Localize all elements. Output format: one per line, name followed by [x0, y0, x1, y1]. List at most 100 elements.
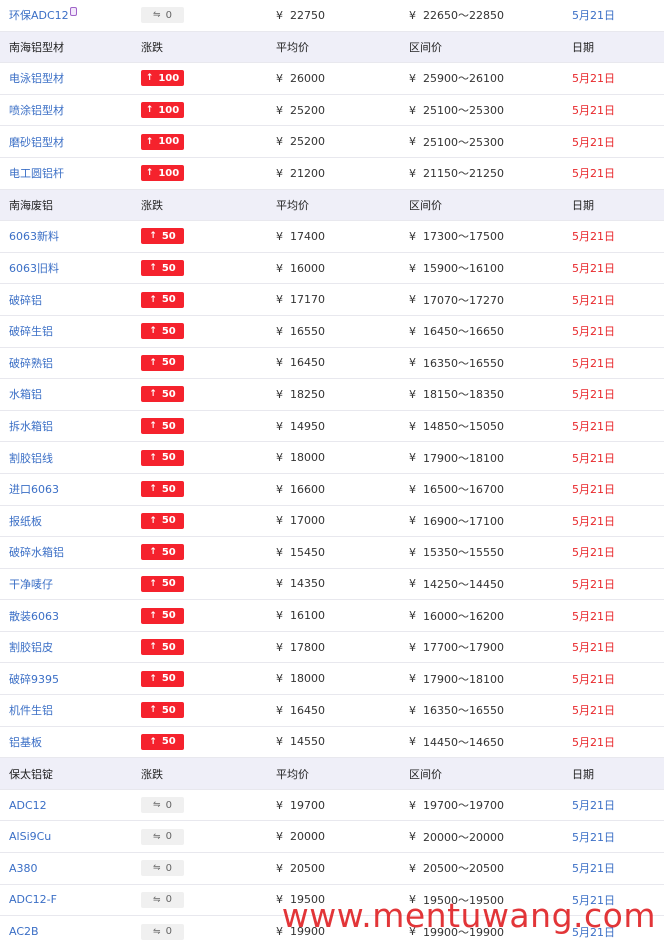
change-badge: ↑ 50 [141, 386, 184, 403]
column-header-date: 日期 [572, 767, 594, 781]
range-price-cell: ¥25100～25300 [409, 95, 569, 126]
table-row: 水箱铝 ↑ 50 ¥18250 ¥18150～18350 5月21日 [0, 379, 664, 411]
currency-symbol: ¥ [409, 798, 416, 812]
product-link[interactable]: 报纸板 [9, 513, 42, 529]
currency-symbol: ¥ [276, 735, 283, 749]
change-value: 50 [161, 420, 176, 432]
product-link[interactable]: 破碎水箱铝 [9, 544, 64, 560]
arrow-up-icon: ↑ [145, 168, 154, 179]
table-row: 破碎水箱铝 ↑ 50 ¥15450 ¥15350～15550 5月21日 [0, 537, 664, 569]
range-price: 16350～16550 [423, 356, 504, 370]
currency-symbol: ¥ [276, 71, 283, 85]
range-price: 17900～18100 [423, 672, 504, 686]
column-header-avg: 平均价 [276, 767, 309, 781]
product-link[interactable]: 喷涂铝型材 [9, 102, 64, 118]
range-price: 19900～19900 [423, 925, 504, 939]
product-link[interactable]: AlSi9Cu [9, 830, 51, 843]
product-link[interactable]: 机件生铝 [9, 702, 53, 718]
product-link[interactable]: A380 [9, 862, 38, 875]
change-badge: ↑ 50 [141, 639, 184, 656]
date-cell: 5月21日 [572, 356, 615, 370]
product-link[interactable]: 破碎生铝 [9, 323, 53, 339]
product-link[interactable]: 磨砂铝型材 [9, 134, 64, 150]
change-cell: ↑ 50 [141, 253, 261, 284]
avg-price-cell: ¥16000 [276, 253, 401, 284]
currency-symbol: ¥ [276, 261, 283, 275]
range-price: 25100～25300 [423, 104, 504, 118]
product-link[interactable]: 环保ADC12 [9, 7, 69, 23]
date-cell: 5月21日 [572, 230, 615, 244]
currency-symbol: ¥ [409, 135, 416, 149]
product-link[interactable]: 干净唛仔 [9, 576, 53, 592]
date-cell: 5月21日 [572, 293, 615, 307]
product-link[interactable]: ADC12-F [9, 893, 57, 906]
product-cell: 破碎9395 [9, 663, 139, 694]
change-cell: ↑ 50 [141, 695, 261, 726]
product-link[interactable]: 破碎熟铝 [9, 355, 53, 371]
section-title: 南海铝型材 [9, 40, 64, 54]
avg-price: 16100 [290, 609, 325, 623]
table-row: ADC12 ⇋ 0 ¥19700 ¥19700～19700 5月21日 [0, 790, 664, 822]
avg-price-cell: ¥14550 [276, 727, 401, 758]
product-link[interactable]: 铝基板 [9, 734, 42, 750]
flat-arrows-icon: ⇋ [153, 926, 161, 937]
product-link[interactable]: 拆水箱铝 [9, 418, 53, 434]
range-price-cell: ¥16500～16700 [409, 474, 569, 505]
product-link[interactable]: 水箱铝 [9, 386, 42, 402]
product-link[interactable]: 6063旧料 [9, 260, 59, 276]
product-link[interactable]: 割胶铝皮 [9, 639, 53, 655]
date-cell: 5月21日 [572, 9, 615, 23]
product-link[interactable]: 6063新料 [9, 228, 59, 244]
range-price-cell: ¥16450～16650 [409, 316, 569, 347]
change-badge: ↑ 100 [141, 70, 184, 87]
arrow-up-icon: ↑ [149, 326, 157, 337]
change-cell: ⇋ 0 [141, 853, 261, 884]
change-cell: ⇋ 0 [141, 821, 261, 852]
avg-price-cell: ¥20500 [276, 853, 401, 884]
avg-price-cell: ¥25200 [276, 126, 401, 157]
avg-price-cell: ¥26000 [276, 63, 401, 94]
column-header-change: 涨跌 [141, 40, 163, 54]
avg-price: 20500 [290, 861, 325, 875]
range-price-cell: ¥16350～16550 [409, 695, 569, 726]
currency-symbol: ¥ [409, 861, 416, 875]
product-link[interactable]: AC2B [9, 925, 39, 938]
range-price: 19700～19700 [423, 799, 504, 813]
change-value: 50 [161, 325, 176, 337]
product-link[interactable]: 电工圆铝杆 [9, 165, 64, 181]
product-cell: 喷涂铝型材 [9, 95, 139, 126]
avg-price-cell: ¥17170 [276, 284, 401, 315]
range-price-cell: ¥21150～21250 [409, 158, 569, 189]
change-badge: ⇋ 0 [141, 923, 184, 940]
product-cell: 干净唛仔 [9, 569, 139, 600]
avg-price: 16450 [290, 356, 325, 370]
product-link[interactable]: 散装6063 [9, 608, 59, 624]
change-badge: ↑ 50 [141, 260, 184, 277]
section-header-row: 南海废铝 涨跌 平均价 区间价 日期 [0, 189, 664, 222]
change-badge: ↑ 50 [141, 418, 184, 435]
avg-price-cell: ¥19500 [276, 885, 401, 916]
avg-price-cell: ¥21200 [276, 158, 401, 189]
product-link[interactable]: 破碎铝 [9, 292, 42, 308]
product-link[interactable]: 进口6063 [9, 481, 59, 497]
change-value: 50 [161, 578, 176, 590]
product-cell: AlSi9Cu [9, 821, 139, 852]
product-cell: 电工圆铝杆 [9, 158, 139, 189]
product-cell: 电泳铝型材 [9, 63, 139, 94]
range-price: 16500～16700 [423, 483, 504, 497]
product-link[interactable]: ADC12 [9, 799, 47, 812]
change-value: 0 [165, 926, 172, 938]
column-header-range: 区间价 [409, 198, 442, 212]
table-row: 报纸板 ↑ 50 ¥17000 ¥16900～17100 5月21日 [0, 506, 664, 538]
currency-symbol: ¥ [409, 419, 416, 433]
product-link[interactable]: 割胶铝线 [9, 450, 53, 466]
product-link[interactable]: 破碎9395 [9, 671, 59, 687]
currency-symbol: ¥ [276, 135, 283, 149]
change-badge: ↑ 50 [141, 702, 184, 719]
change-cell: ↑ 50 [141, 537, 261, 568]
product-cell: 6063旧料 [9, 253, 139, 284]
product-link[interactable]: 电泳铝型材 [9, 70, 64, 86]
change-cell: ↑ 50 [141, 379, 261, 410]
product-cell: 水箱铝 [9, 379, 139, 410]
arrow-up-icon: ↑ [149, 705, 157, 716]
